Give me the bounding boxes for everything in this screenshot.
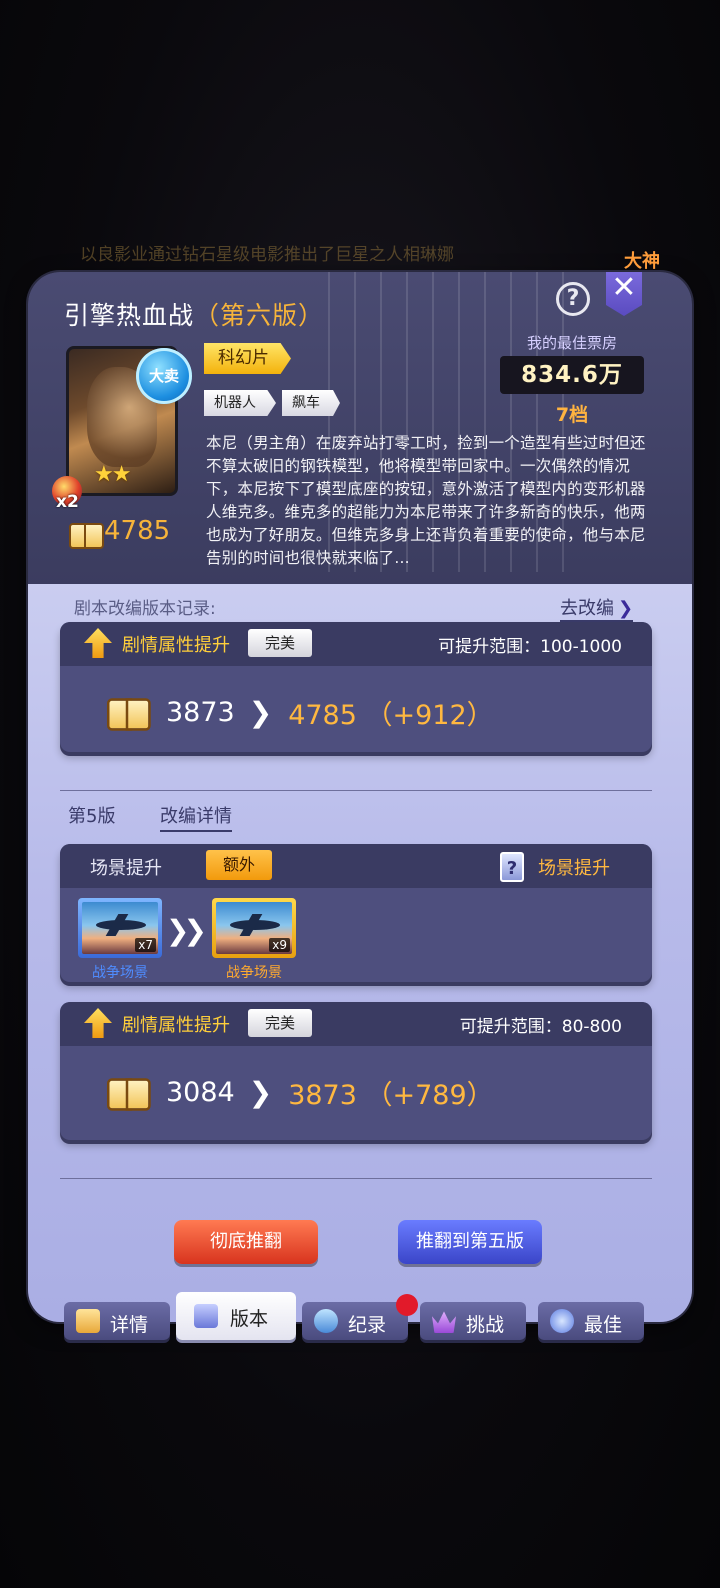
goto-adapt-label: 去改编 xyxy=(560,598,614,619)
tab-adapt-detail[interactable]: 改编详情 xyxy=(160,802,232,832)
crown-icon xyxy=(432,1311,456,1333)
tab-label: 纪录 xyxy=(348,1314,387,1336)
upgrade-range: 可提升范围：80-800 xyxy=(459,1017,622,1037)
background-banner: 以良影业通过钻石星级电影推出了巨星之人相琳娜 xyxy=(80,245,454,265)
book-icon xyxy=(106,1075,151,1111)
tab-label: 最佳 xyxy=(584,1314,623,1336)
best-boxoffice-value: 834.6万 xyxy=(500,356,644,394)
tab-details[interactable]: 详情 xyxy=(64,1302,170,1340)
best-boxoffice-label: 我的最佳票房 xyxy=(526,334,617,352)
arrow-right-icon: ❯ xyxy=(248,1075,273,1109)
record-globe-icon xyxy=(314,1309,338,1333)
divider xyxy=(60,1178,652,1179)
arrow-up-icon xyxy=(84,1008,112,1038)
record-label: 剧本改编版本记录: xyxy=(74,599,216,619)
movie-detail-panel: 引擎热血战（第六版） ? ✕ 大卖 ★★ x2 4785 科幻片 机器人 飙车 … xyxy=(28,272,692,1322)
extra-badge: 额外 xyxy=(206,850,272,880)
version-record-section: 剧本改编版本记录: 去改编 ❯ 剧情属性提升 完美 可提升范围：100-1000 … xyxy=(28,584,692,1322)
best-boxoffice-rank: 7档 xyxy=(555,404,589,426)
tab-challenge[interactable]: 挑战 xyxy=(420,1302,526,1340)
genre-tag: 科幻片 xyxy=(204,343,291,374)
tab-label: 版本 xyxy=(230,1308,269,1330)
arrow-right-icon: ❯ xyxy=(248,695,273,729)
score-from: 3873 xyxy=(166,696,235,728)
clipboard-icon xyxy=(76,1309,100,1333)
score-from: 3084 xyxy=(166,1076,235,1108)
book-icon xyxy=(106,695,151,731)
score-change: 3084 ❯ 3873 （+789） xyxy=(107,1068,494,1116)
card-header: 剧情属性提升 完美 可提升范围：80-800 xyxy=(60,1002,652,1046)
scene-upgrade-right-label: 场景提升 xyxy=(538,858,610,879)
war-scene-image: x9 xyxy=(216,902,292,954)
card-header: 剧情属性提升 完美 可提升范围：100-1000 xyxy=(60,622,652,666)
upgrade-range: 可提升范围：100-1000 xyxy=(438,637,622,657)
scene-count: x7 xyxy=(135,938,156,952)
mystery-card-icon: ? xyxy=(500,852,524,882)
tab-label: 详情 xyxy=(110,1314,149,1336)
plot-upgrade-card-v6: 剧情属性提升 完美 可提升范围：100-1000 3873 ❯ 4785 （+9… xyxy=(60,622,652,752)
plot-upgrade-label: 剧情属性提升 xyxy=(122,1015,230,1036)
star-rating: ★★ xyxy=(94,462,131,487)
scene-card-before[interactable]: x7 xyxy=(78,898,162,958)
scene-name-before: 战争场景 xyxy=(92,965,148,981)
tab-version[interactable]: 版本 xyxy=(176,1292,296,1340)
revert-version-button[interactable]: 推翻到第五版 xyxy=(398,1220,542,1264)
score-change: 3873 ❯ 4785 （+912） xyxy=(107,688,494,736)
tab-record[interactable]: 纪录 xyxy=(302,1294,418,1340)
card-header: 场景提升 额外 ? 场景提升 xyxy=(60,844,652,888)
multiplier-badge: x2 xyxy=(52,476,84,512)
version-label: 第5版 xyxy=(68,806,116,827)
movie-score: 4785 xyxy=(104,516,171,546)
plot-upgrade-card-v5: 剧情属性提升 完美 可提升范围：80-800 3084 ❯ 3873 （+789… xyxy=(60,1002,652,1140)
overthrow-button[interactable]: 彻底推翻 xyxy=(174,1220,318,1264)
goto-adapt-button[interactable]: 去改编 ❯ xyxy=(560,594,634,622)
medal-icon xyxy=(550,1309,574,1333)
score-to: 3873 （+789） xyxy=(288,1079,494,1111)
scene-name-after: 战争场景 xyxy=(226,965,282,981)
divider xyxy=(60,790,652,791)
chevron-right-icon: ❯ xyxy=(618,598,634,619)
close-button[interactable]: ✕ xyxy=(606,272,642,316)
movie-version: （第六版） xyxy=(194,301,325,330)
bottom-tab-bar: 详情 版本 纪录 挑战 最佳 xyxy=(64,1292,654,1342)
quality-badge: 完美 xyxy=(248,1009,312,1037)
scene-upgrade-card: 场景提升 额外 ? 场景提升 x7 战争场景 ❯❯ x9 战争场景 xyxy=(60,844,652,982)
plot-upgrade-label: 剧情属性提升 xyxy=(122,635,230,656)
war-scene-image: x7 xyxy=(82,902,158,954)
game-screen: 以良影业通过钻石星级电影推出了巨星之人相琳娜 引擎热血战（第六版） ? ✕ 大卖… xyxy=(0,0,720,1588)
mystery-card-icon xyxy=(194,1304,218,1328)
double-arrow-icon: ❯❯ xyxy=(166,914,207,947)
arrow-up-icon xyxy=(84,628,112,658)
score-to: 4785 （+912） xyxy=(288,699,494,731)
sub-tag-racing: 飙车 xyxy=(282,390,340,416)
tab-label: 挑战 xyxy=(466,1314,505,1336)
scene-count: x9 xyxy=(269,938,290,952)
sub-tag-robot: 机器人 xyxy=(204,390,276,416)
help-button[interactable]: ? xyxy=(556,282,590,316)
multiplier-text: x2 xyxy=(56,492,79,512)
hit-badge: 大卖 xyxy=(136,348,192,404)
book-icon xyxy=(68,520,104,549)
side-tag: 大神 xyxy=(624,251,660,272)
scene-card-after[interactable]: x9 xyxy=(212,898,296,958)
movie-title-text: 引擎热血战 xyxy=(64,301,195,330)
quality-badge: 完美 xyxy=(248,629,312,657)
movie-description: 本尼（男主角）在废弃站打零工时，捡到一个造型有些过时但还不算太破旧的钢铁模型，他… xyxy=(206,434,646,567)
scene-upgrade-label: 场景提升 xyxy=(90,858,162,879)
movie-title: 引擎热血战（第六版） xyxy=(64,296,324,332)
tab-best[interactable]: 最佳 xyxy=(538,1302,644,1340)
notification-dot xyxy=(396,1294,418,1316)
